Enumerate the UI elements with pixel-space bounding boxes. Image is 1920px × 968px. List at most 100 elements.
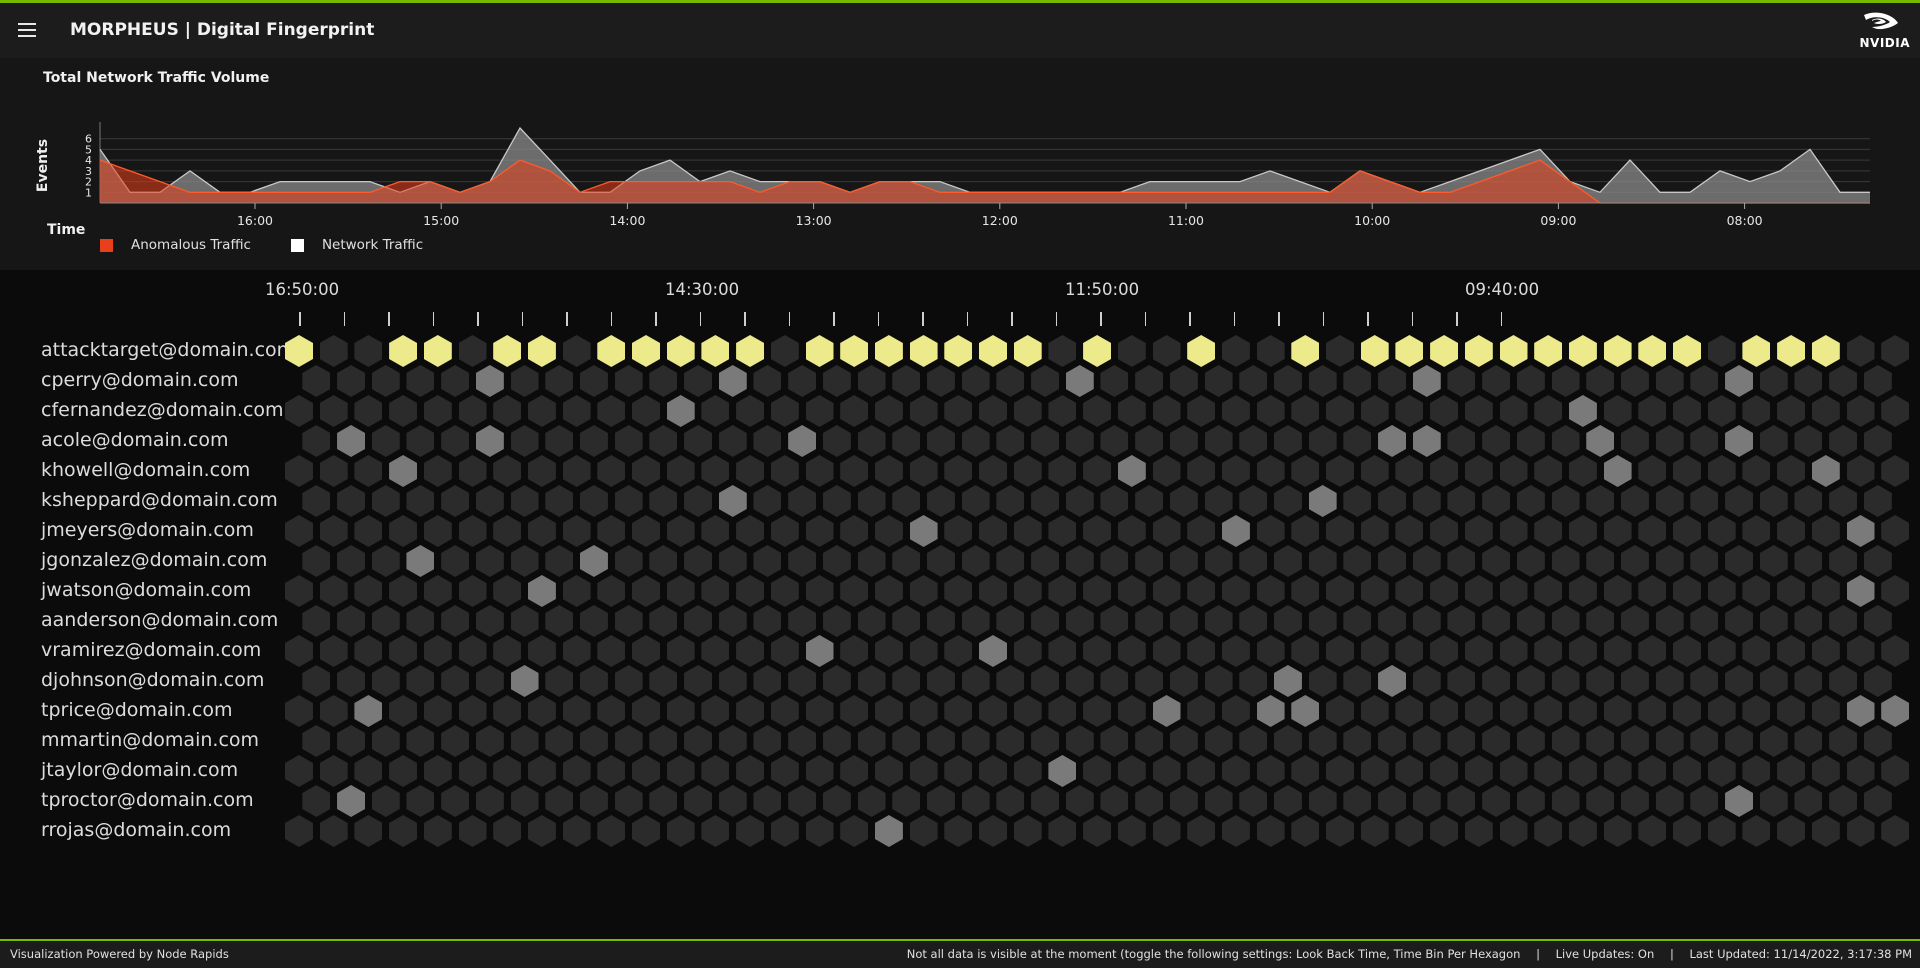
hexagon-cell[interactable] bbox=[979, 755, 1007, 787]
hexagon-cell[interactable] bbox=[979, 515, 1007, 547]
hexagon-cell-event[interactable] bbox=[527, 575, 556, 607]
hexagon-cell[interactable] bbox=[1794, 665, 1823, 697]
hexagon-cell[interactable] bbox=[1430, 755, 1459, 787]
hexagon-cell[interactable] bbox=[493, 455, 522, 487]
hexagon-cell[interactable] bbox=[1568, 635, 1597, 667]
hexagon-cell[interactable] bbox=[788, 725, 817, 757]
hexagon-cell[interactable] bbox=[1777, 635, 1806, 667]
hexagon-cell[interactable] bbox=[909, 575, 938, 607]
hexagon-cell[interactable] bbox=[1395, 695, 1424, 727]
hexagon-cell[interactable] bbox=[1638, 575, 1667, 607]
hexagon-cell[interactable] bbox=[337, 545, 366, 577]
hexagon-cell[interactable] bbox=[1603, 635, 1632, 667]
hexagon-cell[interactable] bbox=[1360, 635, 1389, 667]
hexagon-cell[interactable] bbox=[909, 815, 938, 847]
hexagon-cell[interactable] bbox=[961, 605, 990, 637]
hexagon-cell[interactable] bbox=[614, 485, 643, 517]
hexagon-cell[interactable] bbox=[475, 545, 504, 577]
hexagon-cell[interactable] bbox=[1065, 485, 1094, 517]
hexagon-cell[interactable] bbox=[857, 665, 886, 697]
hexagon-cell[interactable] bbox=[1586, 485, 1615, 517]
hexagon-cell[interactable] bbox=[423, 575, 452, 607]
hexagon-cell[interactable] bbox=[1673, 395, 1701, 427]
hexagon-cell[interactable] bbox=[1013, 515, 1042, 547]
hexagon-cell-event[interactable] bbox=[666, 395, 695, 427]
hexagon-cell[interactable] bbox=[649, 365, 678, 397]
hexagon-cell[interactable] bbox=[1187, 755, 1216, 787]
hexagon-cell[interactable] bbox=[1013, 395, 1042, 427]
hexagon-cell[interactable] bbox=[1499, 515, 1528, 547]
hexagon-cell[interactable] bbox=[1482, 545, 1511, 577]
hexagon-cell[interactable] bbox=[1221, 455, 1250, 487]
hexagon-cell[interactable] bbox=[961, 785, 990, 817]
hexagon-cell[interactable] bbox=[1690, 425, 1719, 457]
hexagon-cell[interactable] bbox=[579, 425, 608, 457]
hexagon-cell[interactable] bbox=[1326, 515, 1354, 547]
hexagon-cell[interactable] bbox=[909, 395, 938, 427]
hexagon-cell[interactable] bbox=[892, 725, 921, 757]
hexagon-cell[interactable] bbox=[961, 725, 990, 757]
hexagon-cell[interactable] bbox=[1499, 815, 1528, 847]
hexagon-cell-anomalous[interactable] bbox=[1603, 335, 1632, 367]
hexagon-cell[interactable] bbox=[1169, 725, 1198, 757]
hexagon-cell[interactable] bbox=[926, 485, 955, 517]
hexagon-cell-anomalous[interactable] bbox=[493, 335, 522, 367]
hexagon-cell[interactable] bbox=[1204, 485, 1233, 517]
hexagon-cell[interactable] bbox=[944, 815, 973, 847]
hexagon-cell[interactable] bbox=[545, 425, 574, 457]
hexagon-cell[interactable] bbox=[1794, 605, 1823, 637]
hexagon-cell[interactable] bbox=[770, 395, 799, 427]
hexagon-cell[interactable] bbox=[1516, 725, 1545, 757]
hexagon-cell[interactable] bbox=[944, 395, 973, 427]
hexagon-cell-event[interactable] bbox=[1291, 695, 1320, 727]
hexagon-cell[interactable] bbox=[1083, 695, 1112, 727]
hexagon-cell[interactable] bbox=[1534, 635, 1563, 667]
hexagon-cell[interactable] bbox=[562, 815, 591, 847]
hexagon-cell[interactable] bbox=[788, 545, 817, 577]
hexagon-cell[interactable] bbox=[1135, 785, 1164, 817]
hexagon-cell[interactable] bbox=[1482, 425, 1511, 457]
hexagon-cell[interactable] bbox=[1395, 815, 1424, 847]
hexagon-cell[interactable] bbox=[1655, 485, 1684, 517]
user-row-label[interactable]: jwatson@domain.com bbox=[41, 579, 251, 601]
hexagon-cell-anomalous[interactable] bbox=[1291, 335, 1320, 367]
hexagon-cell[interactable] bbox=[441, 725, 470, 757]
hexagon-cell-anomalous[interactable] bbox=[632, 335, 660, 367]
hexagon-cell[interactable] bbox=[1673, 575, 1701, 607]
hexagon-cell[interactable] bbox=[1568, 815, 1597, 847]
hexagon-cell[interactable] bbox=[632, 815, 660, 847]
hexagon-cell[interactable] bbox=[684, 725, 713, 757]
hexagon-cell[interactable] bbox=[319, 815, 348, 847]
hexagon-cell[interactable] bbox=[892, 365, 921, 397]
hexagon-cell[interactable] bbox=[1673, 695, 1701, 727]
hexagon-cell[interactable] bbox=[718, 425, 747, 457]
hexagon-cell[interactable] bbox=[770, 635, 799, 667]
hexagon-cell[interactable] bbox=[545, 365, 574, 397]
hexagon-cell[interactable] bbox=[1273, 545, 1302, 577]
hexagon-cell[interactable] bbox=[1378, 725, 1407, 757]
hexagon-cell-event[interactable] bbox=[1586, 425, 1615, 457]
hexagon-cell[interactable] bbox=[736, 755, 765, 787]
hexagon-cell[interactable] bbox=[632, 755, 660, 787]
hexagon-cell[interactable] bbox=[1360, 815, 1389, 847]
hexagon-cell[interactable] bbox=[597, 635, 626, 667]
hexagon-cell[interactable] bbox=[1239, 605, 1268, 637]
hexagon-cell[interactable] bbox=[961, 545, 990, 577]
hexagon-cell[interactable] bbox=[979, 815, 1007, 847]
hexagon-cell[interactable] bbox=[1638, 455, 1667, 487]
hexagon-cell[interactable] bbox=[961, 485, 990, 517]
hexagon-cell[interactable] bbox=[736, 635, 765, 667]
hexagon-cell[interactable] bbox=[1586, 665, 1615, 697]
hexagon-cell[interactable] bbox=[1412, 605, 1441, 637]
hexagon-cell[interactable] bbox=[441, 545, 470, 577]
hexagon-cell[interactable] bbox=[1065, 785, 1094, 817]
hexagon-cell[interactable] bbox=[1516, 485, 1545, 517]
hexagon-cell[interactable] bbox=[371, 665, 400, 697]
hexagon-cell[interactable] bbox=[1256, 755, 1285, 787]
hexagon-cell[interactable] bbox=[562, 455, 591, 487]
hexagon-cell[interactable] bbox=[1135, 605, 1164, 637]
hexagon-cell-anomalous[interactable] bbox=[1638, 335, 1667, 367]
hexagon-cell[interactable] bbox=[1881, 755, 1910, 787]
hexagon-cell[interactable] bbox=[909, 695, 938, 727]
hexagon-cell[interactable] bbox=[1135, 725, 1164, 757]
